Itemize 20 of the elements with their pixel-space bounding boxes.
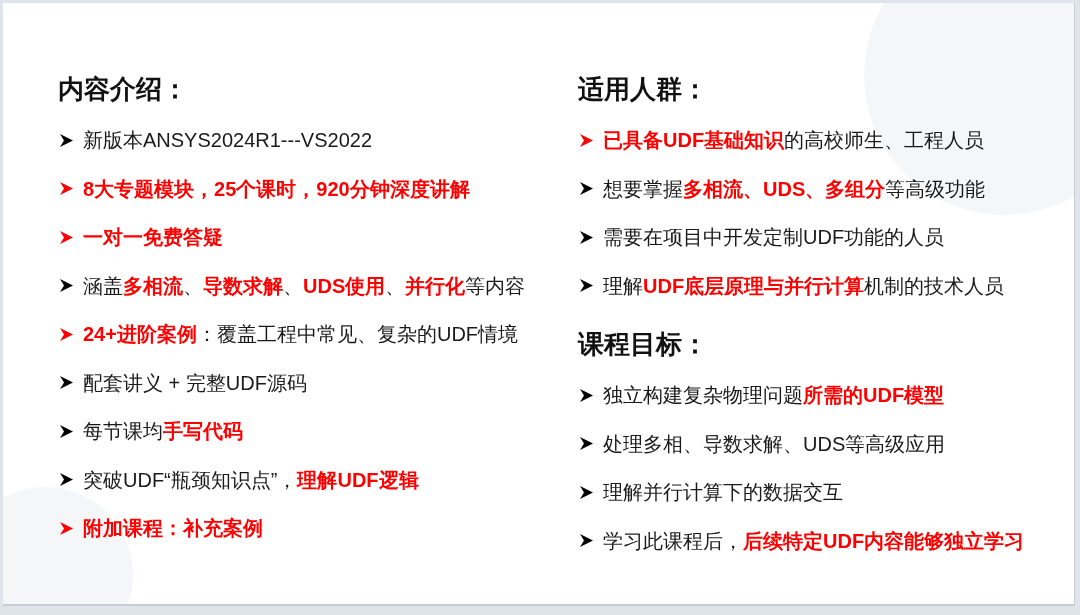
bullet-text: 需要在项目中开发定制UDF功能的人员 (603, 225, 945, 251)
bullet-text: 附加课程：补充案例 (83, 516, 263, 542)
bullet-text: 每节课均手写代码 (83, 419, 243, 445)
bullet-text: 新版本ANSYS2024R1---VS2022 (83, 128, 372, 154)
bullet-text: 独立构建复杂物理问题所需的UDF模型 (603, 383, 945, 409)
bullet-text: 理解UDF底层原理与并行计算机制的技术人员 (603, 273, 1005, 299)
bullet-text: 一对一免费答疑 (83, 225, 223, 251)
section-heading: 课程目标： (578, 328, 708, 361)
bullet-text: 学习此课程后，后续特定UDF内容能够独立学习 (603, 528, 1025, 554)
section-heading: 内容介绍： (58, 73, 188, 106)
bullet-text: 8大专题模块，25个课时，920分钟深度讲解 (83, 176, 470, 202)
bullet-text: 已具备UDF基础知识的高校师生、工程人员 (603, 128, 985, 154)
bullet-text: 24+进阶案例：覆盖工程中常见、复杂的UDF情境 (83, 322, 519, 348)
bullet-text: 处理多相、导数求解、UDS等高级应用 (603, 431, 946, 457)
section-heading: 适用人群： (578, 73, 708, 106)
bullet-text: 想要掌握多相流、UDS、多组分等高级功能 (603, 176, 986, 202)
bullet-text: 配套讲义 + 完整UDF源码 (83, 370, 307, 396)
bullet-text: 涵盖多相流、导数求解、UDS使用、并行化等内容 (83, 273, 526, 299)
bullet-text: 突破UDF“瓶颈知识点”，理解UDF逻辑 (83, 467, 419, 493)
bullet-text: 理解并行计算下的数据交互 (603, 480, 843, 506)
